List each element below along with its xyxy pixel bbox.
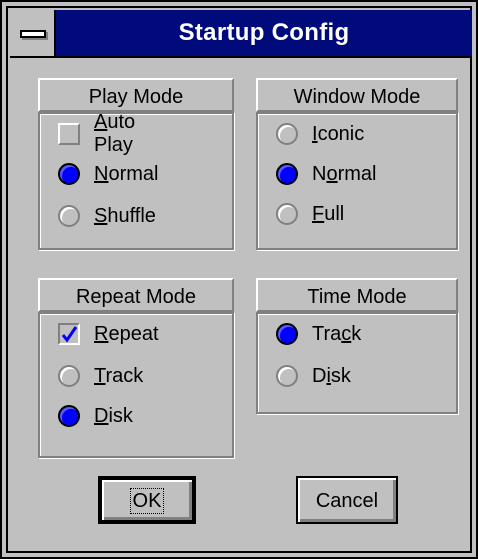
repeat-track-radio[interactable]: Track xyxy=(58,360,143,392)
window-normal-radio[interactable]: Normal xyxy=(276,158,376,190)
repeat-disk-label: Disk xyxy=(94,404,133,427)
time-disk-radio[interactable]: Disk xyxy=(276,360,351,392)
iconic-radio-button[interactable] xyxy=(276,123,298,145)
play-normal-label: Normal xyxy=(94,162,159,185)
full-label: Full xyxy=(312,202,345,225)
repeat-check-box[interactable] xyxy=(58,323,80,345)
auto-play-checkbox[interactable]: Auto Play xyxy=(58,111,135,156)
system-menu-button[interactable] xyxy=(10,10,56,56)
iconic-radio[interactable]: Iconic xyxy=(276,118,364,150)
repeat-disk-radio-button[interactable] xyxy=(58,405,80,427)
auto-play-check-box[interactable] xyxy=(58,123,80,145)
time-track-radio-button[interactable] xyxy=(276,323,298,345)
repeat-track-label: Track xyxy=(94,364,144,387)
ok-label: OK xyxy=(129,488,165,514)
cancel-label: Cancel xyxy=(315,490,379,512)
check-mark-icon xyxy=(61,326,78,343)
auto-play-label: Auto Play xyxy=(94,111,136,156)
time-track-radio[interactable]: Track xyxy=(276,318,361,350)
title-bar[interactable]: Startup Config xyxy=(10,10,472,58)
time-disk-radio-button[interactable] xyxy=(276,365,298,387)
shuffle-radio-button[interactable] xyxy=(58,205,80,227)
system-menu-icon xyxy=(20,30,46,38)
repeat-checkbox[interactable]: Repeat xyxy=(58,318,159,350)
window-normal-label: Normal xyxy=(312,162,377,185)
time-disk-label: Disk xyxy=(312,364,351,387)
cancel-button[interactable]: Cancel xyxy=(296,476,398,524)
startup-config-dialog: Startup Config Play Mode Auto Play Norma… xyxy=(0,0,478,559)
window-title: Startup Config xyxy=(178,19,350,46)
play-normal-radio-button[interactable] xyxy=(58,163,80,185)
window-mode-header: Window Mode xyxy=(256,78,458,112)
full-radio-button[interactable] xyxy=(276,203,298,225)
repeat-label: Repeat xyxy=(94,322,159,345)
time-track-label: Track xyxy=(312,322,362,345)
shuffle-label: Shuffle xyxy=(94,204,156,227)
repeat-disk-radio[interactable]: Disk xyxy=(58,400,133,432)
play-mode-header: Play Mode xyxy=(38,78,234,112)
play-normal-radio[interactable]: Normal xyxy=(58,158,158,190)
repeat-track-radio-button[interactable] xyxy=(58,365,80,387)
full-radio[interactable]: Full xyxy=(276,198,344,230)
ok-button[interactable]: OK xyxy=(98,476,196,524)
shuffle-radio[interactable]: Shuffle xyxy=(58,200,156,232)
iconic-label: Iconic xyxy=(312,122,365,145)
repeat-mode-header: Repeat Mode xyxy=(38,278,234,312)
time-mode-header: Time Mode xyxy=(256,278,458,312)
window-normal-radio-button[interactable] xyxy=(276,163,298,185)
